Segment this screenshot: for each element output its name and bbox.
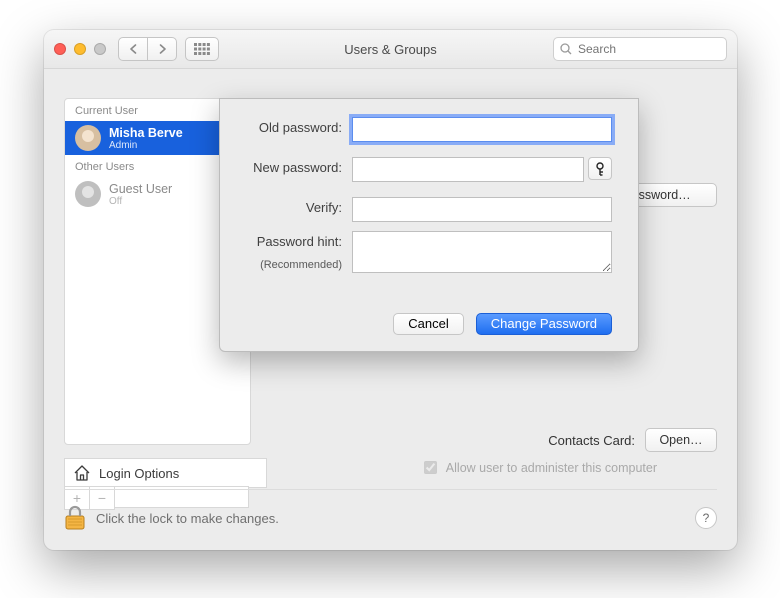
search-input[interactable] [576, 41, 720, 57]
user-role: Admin [109, 140, 183, 151]
contacts-card-row: Contacts Card: Open… [548, 428, 717, 452]
house-icon [73, 465, 91, 481]
allow-admin-checkbox[interactable] [424, 461, 437, 474]
titlebar: Users & Groups [44, 30, 737, 69]
avatar [75, 125, 101, 151]
key-icon [595, 162, 605, 176]
open-contacts-button[interactable]: Open… [645, 428, 717, 452]
zoom-window-button[interactable] [94, 43, 106, 55]
verify-password-label: Verify: [220, 197, 352, 219]
sheet-buttons: Cancel Change Password [393, 313, 612, 335]
allow-admin-row: Allow user to administer this computer [420, 458, 657, 477]
traffic-lights [54, 43, 106, 55]
nav-buttons [118, 37, 177, 61]
search-icon [560, 43, 572, 55]
password-assistant-button[interactable] [588, 157, 612, 180]
lock-icon[interactable] [64, 505, 86, 531]
old-password-label: Old password: [220, 117, 352, 139]
cancel-button[interactable]: Cancel [393, 313, 463, 335]
login-options-button[interactable]: Login Options [64, 458, 267, 488]
old-password-input[interactable] [352, 117, 612, 142]
password-hint-label: Password hint:(Recommended) [220, 231, 352, 275]
forward-button[interactable] [147, 37, 177, 61]
new-password-input[interactable] [352, 157, 584, 182]
minimize-window-button[interactable] [74, 43, 86, 55]
close-window-button[interactable] [54, 43, 66, 55]
change-password-sheet: Old password: New password: Verify: Pass… [219, 98, 639, 352]
avatar [75, 181, 101, 207]
users-groups-window: Users & Groups Current User Misha Berve … [44, 30, 737, 550]
change-password-confirm-button[interactable]: Change Password [476, 313, 612, 335]
login-options-label: Login Options [99, 466, 179, 481]
contacts-card-label: Contacts Card: [548, 433, 635, 448]
footer: Click the lock to make changes. ? [64, 489, 717, 536]
allow-admin-label: Allow user to administer this computer [446, 461, 657, 475]
search-field[interactable] [553, 37, 727, 61]
user-name: Misha Berve [109, 126, 183, 140]
user-role: Off [109, 196, 172, 207]
user-name: Guest User [109, 182, 172, 196]
back-button[interactable] [118, 37, 148, 61]
new-password-label: New password: [220, 157, 352, 179]
show-all-button[interactable] [185, 37, 219, 61]
help-button[interactable]: ? [695, 507, 717, 529]
password-hint-input[interactable] [352, 231, 612, 273]
lock-text: Click the lock to make changes. [96, 511, 279, 526]
verify-password-input[interactable] [352, 197, 612, 222]
